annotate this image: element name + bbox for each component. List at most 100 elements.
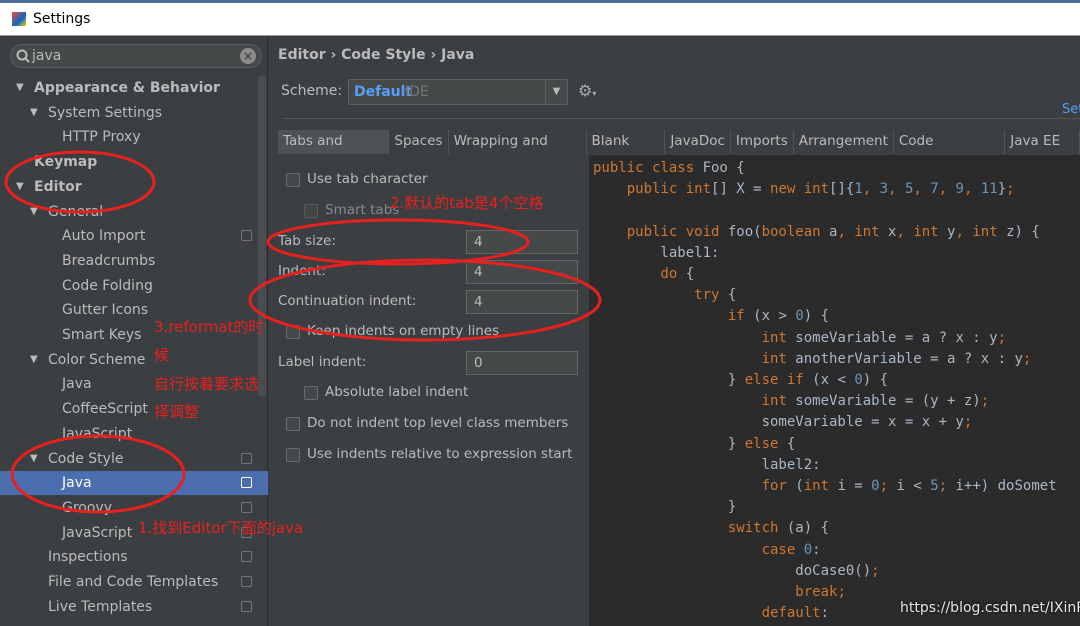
sidebar-item[interactable]: ▼ Color Scheme	[0, 348, 268, 372]
no-indent-top-level-checkbox[interactable]	[286, 417, 300, 431]
code-line: default:	[593, 605, 829, 621]
tab[interactable]: Java EE Na	[1005, 130, 1080, 172]
project-scheme-icon	[241, 576, 252, 587]
label-indent-input[interactable]: 0	[466, 351, 578, 375]
sidebar-item[interactable]: HTTP Proxy	[0, 125, 268, 149]
code-token: someVariable = (y + z)	[795, 393, 981, 410]
code-token: 7	[930, 181, 939, 198]
code-preview: public class Foo { public int[] X = new …	[590, 155, 1080, 626]
sidebar-item[interactable]: ▼ Code Style	[0, 447, 268, 471]
indent-input[interactable]: 4	[466, 260, 578, 284]
sidebar-item[interactable]: Keymap	[0, 150, 268, 174]
sidebar-item[interactable]: Java	[0, 471, 268, 496]
sidebar-item-label: HTTP Proxy	[62, 129, 141, 146]
code-token: ,	[913, 181, 931, 198]
sidebar-item-label: Breadcrumbs	[62, 252, 156, 269]
sidebar-item[interactable]: Live Templates	[0, 595, 268, 619]
code-token: break	[593, 584, 838, 600]
sidebar-item[interactable]: CoffeeScript	[0, 397, 268, 421]
relative-indents-checkbox[interactable]	[286, 448, 300, 462]
sidebar-item-label: Java	[62, 376, 92, 393]
relative-indents-label: Use indents relative to expression start	[307, 446, 573, 462]
code-token: {	[685, 266, 695, 282]
intellij-app-icon	[12, 12, 26, 26]
search-input[interactable]: java	[32, 48, 61, 64]
code-token: int	[593, 329, 796, 346]
search-field[interactable]: java ×	[10, 44, 262, 68]
tab[interactable]: JavaDoc	[665, 130, 731, 154]
sidebar-item[interactable]: File and Code Templates	[0, 570, 268, 594]
continuation-indent-input[interactable]: 4	[466, 290, 578, 314]
code-token: int	[593, 350, 796, 367]
sidebar-item-label: Inspections	[48, 549, 128, 566]
code-token: anotherVariable = a ? x : y	[795, 350, 1023, 367]
sidebar-item-label: System Settings	[48, 104, 163, 121]
tab-size-input[interactable]: 4	[466, 230, 578, 254]
chevron-down-icon[interactable]: ▼	[545, 80, 567, 104]
tab[interactable]: Code Generation	[893, 130, 1006, 172]
sidebar-item[interactable]: Auto Import	[0, 224, 268, 248]
tab[interactable]: Tabs and Indents	[278, 130, 390, 172]
sidebar-scrollbar[interactable]	[258, 76, 266, 396]
keep-indents-checkbox[interactable]	[286, 325, 300, 339]
code-line: for (int i = 0; i < 5; i++) doSomet	[593, 478, 1057, 494]
expand-arrow-icon[interactable]: ▼	[16, 175, 24, 199]
sidebar-item[interactable]: JavaScript	[0, 422, 268, 446]
set-from-link[interactable]: Set	[1062, 102, 1080, 117]
code-token: ,	[862, 181, 880, 198]
code-token: 11	[980, 181, 998, 198]
expand-arrow-icon[interactable]: ▼	[30, 447, 38, 471]
code-token: ;	[871, 562, 880, 579]
code-token: if	[593, 308, 754, 325]
sidebar-item-label: JavaScript	[62, 524, 133, 541]
code-token: 0	[803, 541, 813, 558]
scheme-type: IDE	[405, 84, 429, 100]
tab[interactable]: Wrapping and Braces	[448, 130, 587, 172]
clear-search-icon[interactable]: ×	[240, 48, 256, 64]
code-line: } else {	[593, 436, 795, 452]
absolute-label-indent-checkbox[interactable]	[304, 386, 318, 400]
code-line: public void foo(boolean a, int x, int y,…	[593, 224, 1040, 240]
code-token: ,	[896, 223, 914, 240]
code-token: ,	[955, 223, 973, 240]
sidebar-item[interactable]: Breadcrumbs	[0, 249, 268, 273]
search-icon	[16, 49, 30, 63]
sidebar-item[interactable]: ▼ Editor	[0, 175, 268, 199]
code-line: doCase0();	[593, 562, 880, 579]
expand-arrow-icon[interactable]: ▼	[30, 101, 38, 125]
tab[interactable]: Arrangement	[793, 130, 894, 154]
use-tab-character-checkbox[interactable]	[286, 173, 300, 187]
keep-indents-label: Keep indents on empty lines	[307, 323, 500, 339]
code-line: someVariable = x = x + y;	[593, 414, 973, 430]
sidebar-item-label: Smart Keys	[62, 327, 142, 343]
tab[interactable]: Spaces	[389, 130, 449, 154]
expand-arrow-icon[interactable]: ▼	[30, 200, 38, 224]
sidebar-item-label: Java	[62, 475, 92, 492]
project-scheme-icon	[241, 230, 252, 242]
project-scheme-icon	[241, 551, 252, 563]
sidebar-item[interactable]: ▼ System Settings	[0, 101, 268, 125]
smart-tabs-checkbox[interactable]	[304, 204, 318, 218]
code-token: ;	[1006, 181, 1015, 198]
expand-arrow-icon[interactable]: ▼	[16, 76, 24, 100]
gear-icon[interactable]: ⚙▾	[578, 81, 596, 100]
code-token: new int	[770, 181, 830, 198]
code-line: if (x > 0) {	[593, 308, 829, 324]
sidebar-item[interactable]: Code Folding	[0, 274, 268, 298]
code-token: switch	[593, 520, 787, 537]
annotation-note-3b: 候	[154, 346, 170, 364]
tab[interactable]: Imports	[730, 130, 794, 154]
sidebar-item[interactable]: ▼ General	[0, 200, 268, 224]
tab[interactable]: Blank Lines	[586, 130, 666, 172]
project-scheme-icon	[241, 600, 252, 612]
code-token: ) {	[803, 308, 830, 325]
sidebar-item[interactable]: ▼ Appearance & Behavior	[0, 76, 268, 100]
sidebar-item[interactable]: Inspections	[0, 545, 268, 569]
code-token: (	[795, 478, 804, 494]
code-token: 3	[879, 181, 889, 198]
code-token: }	[593, 435, 745, 452]
code-token: ,	[888, 181, 905, 198]
expand-arrow-icon[interactable]: ▼	[30, 348, 38, 372]
sidebar-item-label: Code Style	[48, 450, 124, 467]
scheme-select[interactable]: Default IDE ▼	[348, 79, 568, 105]
